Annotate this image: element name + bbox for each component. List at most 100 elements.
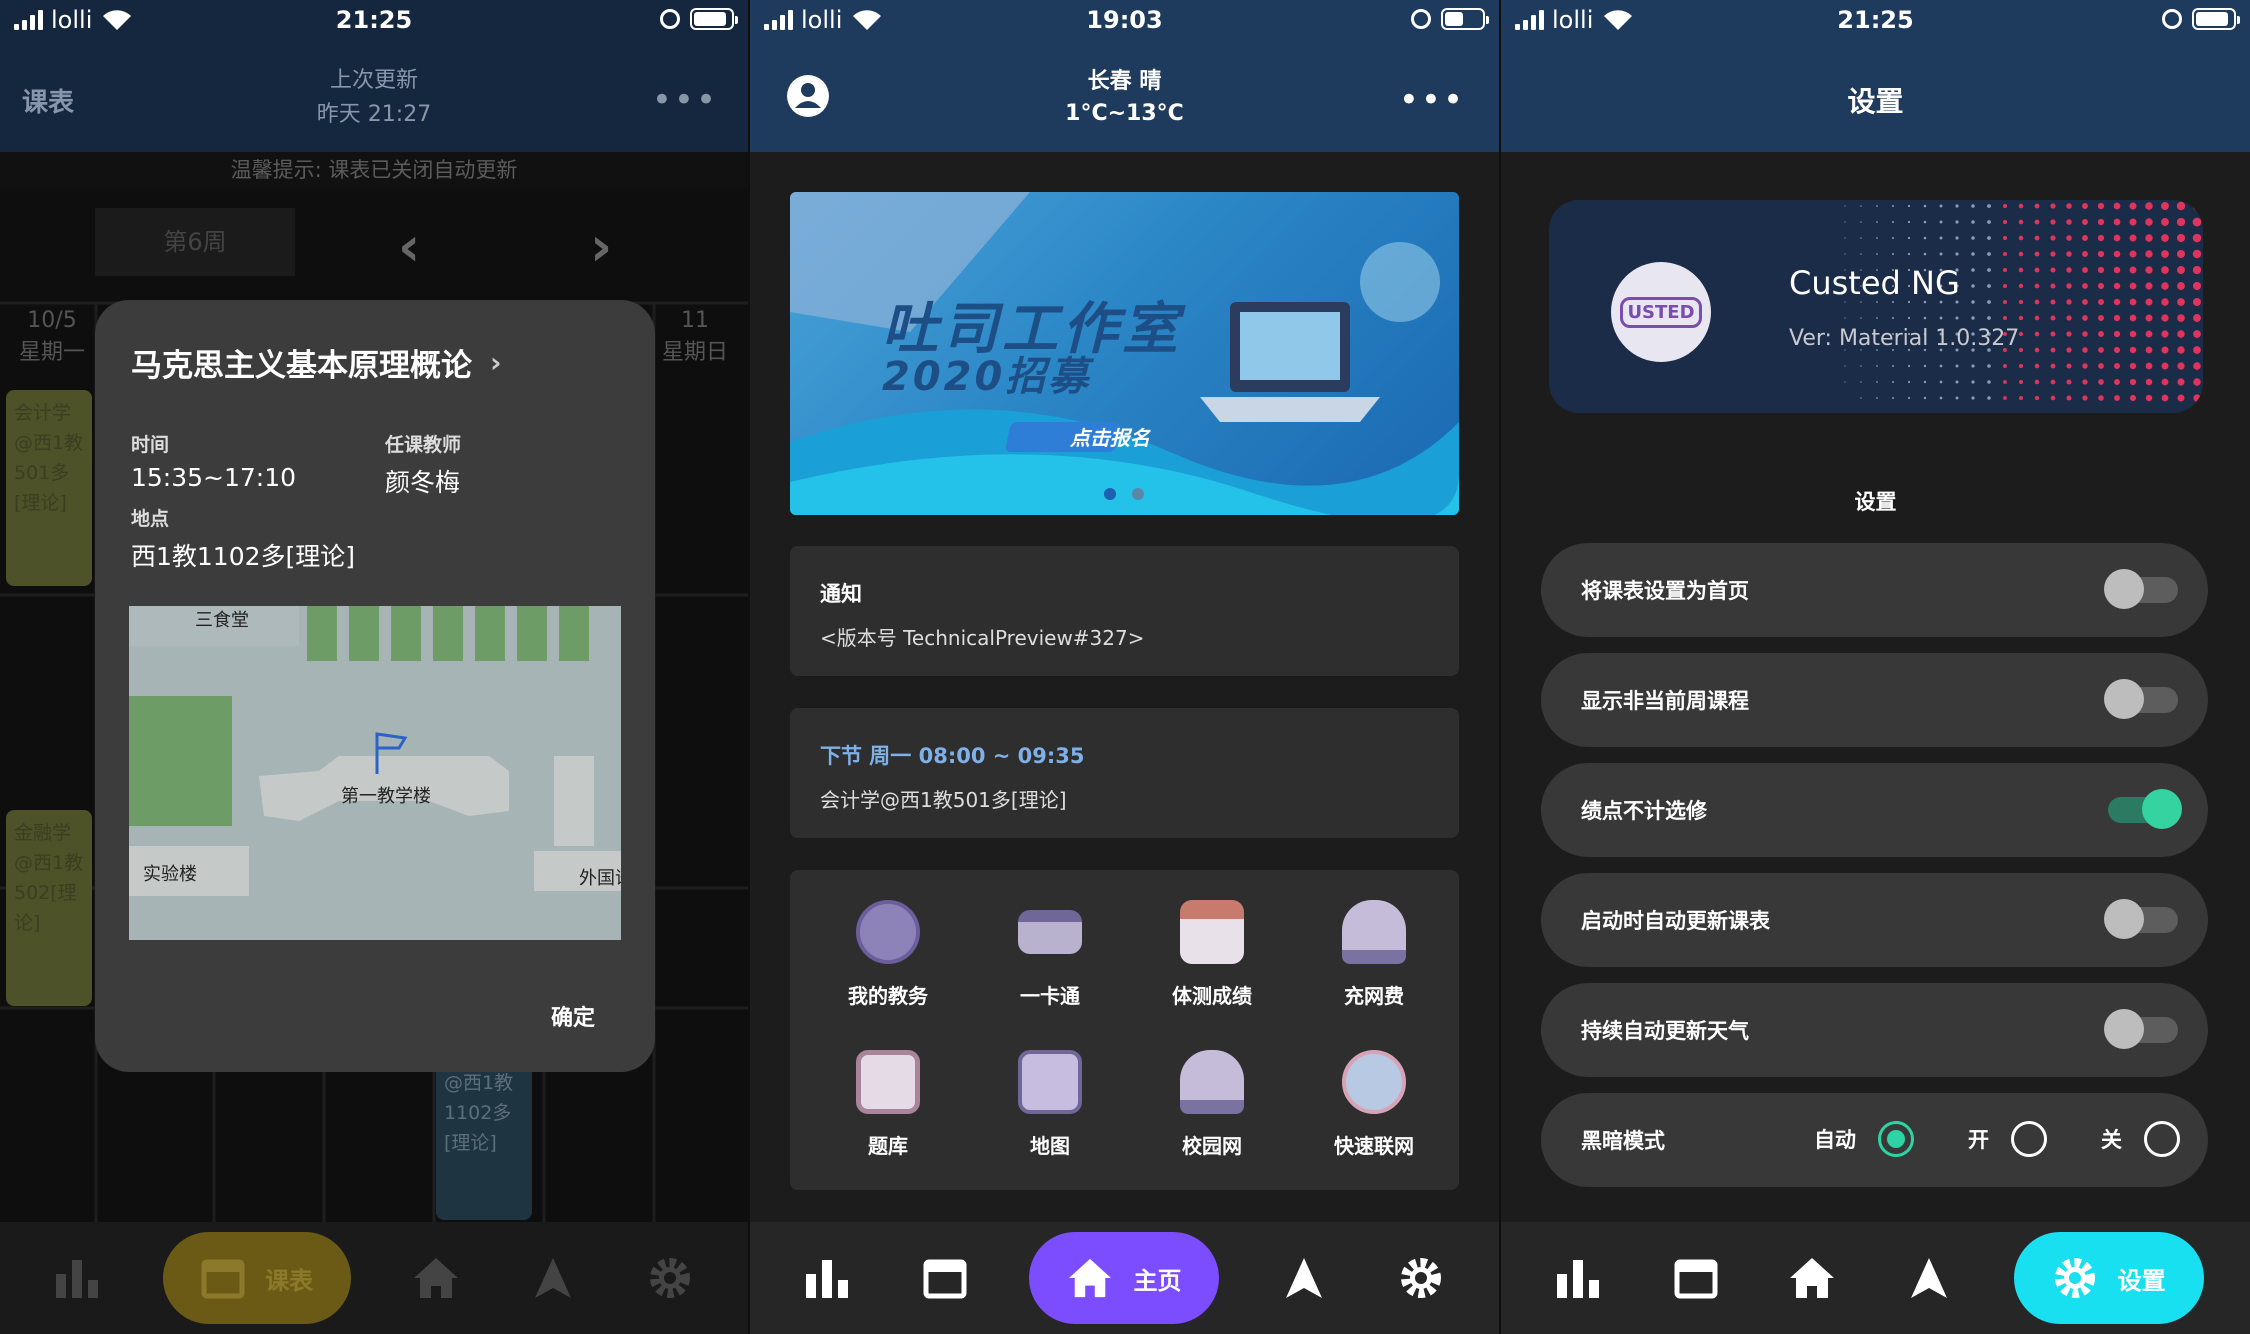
radio-off[interactable]	[2144, 1121, 2180, 1157]
battery-icon	[2192, 8, 2240, 30]
nav-settings-tab[interactable]: 设置	[2013, 1232, 2204, 1324]
status-bar: lolli 21:25	[1501, 0, 2250, 42]
next-class-title: 下节 周一 08:00 ~ 09:35	[820, 744, 1085, 768]
page-title: 设置	[1847, 85, 1904, 118]
notice-title: 通知	[820, 582, 862, 606]
feature-grid: 我的教务 一卡通 体测成绩 充网费 题库 地图 校园网 快速联网	[790, 870, 1459, 1190]
nav-schedule-tab[interactable]: 课表	[163, 1232, 352, 1324]
teacher-value: 颜冬梅	[385, 468, 461, 497]
last-update-value: 昨天 21:27	[316, 102, 432, 127]
map-drawing	[129, 606, 621, 896]
setting-show-other-weeks[interactable]: 显示非当前周课程	[1541, 653, 2208, 747]
course-title[interactable]: 马克思主义基本原理概论 ›	[131, 340, 619, 385]
banner-signup-button[interactable]: 点击报名	[1070, 422, 1150, 451]
place-label: 地点	[131, 508, 170, 530]
battery-icon	[690, 8, 738, 30]
stats-icon[interactable]	[796, 1246, 860, 1310]
auto-update-tip: 温馨提示: 课表已关闭自动更新	[0, 152, 748, 188]
home-icon[interactable]	[1780, 1246, 1844, 1310]
time-value: 15:35~17:10	[131, 463, 297, 492]
navigation-icon[interactable]	[1897, 1246, 1961, 1310]
bottom-nav: 设置	[1501, 1222, 2250, 1334]
course-marxism[interactable]: @西1教 1102多 [理论]	[436, 1060, 532, 1220]
notice-card[interactable]: 通知 <版本号 TechnicalPreview#327>	[790, 546, 1459, 676]
card-icon	[1018, 910, 1082, 954]
radio-auto[interactable]	[1878, 1121, 1914, 1157]
gear-icon	[2054, 1258, 2095, 1298]
app-name: Custed NG	[1789, 264, 1960, 302]
map-label-foreign: 外国语	[579, 868, 621, 889]
cloud-server-icon	[1342, 900, 1406, 964]
more-icon[interactable]: •••	[652, 80, 718, 120]
recruit-banner[interactable]: 吐司工作室 2020招募 点击报名	[790, 192, 1459, 515]
grid-item-academic[interactable]: 我的教务	[808, 900, 968, 1009]
gear-icon[interactable]	[638, 1246, 702, 1310]
setting-auto-update-schedule[interactable]: 启动时自动更新课表	[1541, 873, 2208, 967]
schedule-screen: lolli 21:25 课表 上次更新 昨天 21:27 ••• 温馨提示: 课…	[0, 0, 748, 1334]
toggle-switch[interactable]	[2108, 789, 2182, 829]
grid-item-net-recharge[interactable]: 充网费	[1294, 900, 1454, 1009]
setting-schedule-home[interactable]: 将课表设置为首页	[1541, 543, 2208, 637]
grid-item-fitness[interactable]: 体测成绩	[1132, 900, 1292, 1009]
radio-on[interactable]	[2011, 1121, 2047, 1157]
status-time: 21:25	[1837, 6, 1914, 34]
alarm-icon	[1411, 9, 1431, 29]
map-icon	[1018, 1050, 1082, 1114]
alarm-icon	[2162, 9, 2182, 29]
course-finance[interactable]: 金融学 @西1教 502[理 论]	[6, 810, 92, 1006]
app-bar: lolli 19:03 长春 晴 1°C~13°C •••	[750, 0, 1499, 152]
setting-auto-update-weather[interactable]: 持续自动更新天气	[1541, 983, 2208, 1077]
confirm-button[interactable]: 确定	[551, 1000, 595, 1032]
setting-gpa-exclude-elective[interactable]: 绩点不计选修	[1541, 763, 2208, 857]
weather-temp: 1°C~13°C	[1065, 101, 1184, 126]
toggle-switch[interactable]	[2104, 679, 2178, 719]
clipboard-icon	[856, 1050, 920, 1114]
grid-item-question-bank[interactable]: 题库	[808, 1050, 968, 1159]
gear-icon[interactable]	[1389, 1246, 1453, 1310]
navigation-icon[interactable]	[521, 1246, 585, 1310]
grid-item-map[interactable]: 地图	[970, 1050, 1130, 1159]
teacher-label: 任课教师	[385, 434, 462, 456]
toggle-switch[interactable]	[2104, 899, 2178, 939]
stats-icon[interactable]	[1547, 1246, 1611, 1310]
navigation-icon[interactable]	[1272, 1246, 1336, 1310]
calendar-icon[interactable]	[913, 1246, 977, 1310]
grid-item-card[interactable]: 一卡通	[970, 900, 1130, 1009]
status-time: 21:25	[335, 6, 413, 34]
toggle-switch[interactable]	[2104, 569, 2178, 609]
profile-card[interactable]: USTED Custed NG Ver: Material 1.0.327	[1549, 200, 2203, 413]
home-icon[interactable]	[404, 1246, 468, 1310]
map-label-lab: 实验楼	[143, 864, 197, 885]
app-bar: lolli 21:25 课表 上次更新 昨天 21:27 •••	[0, 0, 748, 152]
time-label: 时间	[131, 434, 170, 456]
dark-option-auto-label: 自动	[1814, 1128, 1856, 1152]
next-class-body: 会计学@西1教501多[理论]	[820, 788, 1067, 812]
home-screen: lolli 19:03 长春 晴 1°C~13°C ••• 吐司工作室 2020…	[750, 0, 1499, 1334]
alarm-icon	[660, 9, 680, 29]
runner-icon	[1180, 900, 1244, 964]
home-icon	[1069, 1258, 1112, 1298]
course-detail-dialog: 马克思主义基本原理概论 › 时间 15:35~17:10 任课教师 颜冬梅 地点 …	[95, 300, 655, 1072]
grid-item-campus-net[interactable]: 校园网	[1132, 1050, 1292, 1159]
course-accounting[interactable]: 会计学 @西1教 501多 [理论]	[6, 390, 92, 586]
status-bar: lolli 19:03	[750, 0, 1499, 42]
calendar-icon[interactable]	[1664, 1246, 1728, 1310]
bottom-nav: 课表	[0, 1222, 748, 1334]
grid-item-quick-connect[interactable]: 快速联网	[1294, 1050, 1454, 1159]
week-selector[interactable]: 第6周	[95, 208, 295, 276]
stats-icon[interactable]	[46, 1246, 110, 1310]
notice-body: <版本号 TechnicalPreview#327>	[820, 626, 1145, 650]
toggle-switch[interactable]	[2104, 1009, 2178, 1049]
prev-week-icon[interactable]: ‹	[398, 215, 420, 278]
app-version: Ver: Material 1.0.327	[1789, 326, 2020, 351]
day-header-mon: 10/5 星期一	[18, 308, 85, 365]
chevron-right-icon: ›	[490, 346, 502, 379]
next-class-card[interactable]: 下节 周一 08:00 ~ 09:35 会计学@西1教501多[理论]	[790, 708, 1459, 838]
campus-map[interactable]: 三食堂 第一教学楼 实验楼 外国语	[129, 606, 621, 940]
more-icon[interactable]: •••	[1399, 80, 1465, 120]
weather-city: 长春 晴	[1087, 69, 1162, 94]
nav-home-tab[interactable]: 主页	[1029, 1232, 1220, 1324]
next-week-icon[interactable]: ›	[590, 215, 612, 278]
place-value: 西1教1102多[理论]	[131, 542, 356, 571]
map-label-canteen: 三食堂	[195, 610, 249, 631]
